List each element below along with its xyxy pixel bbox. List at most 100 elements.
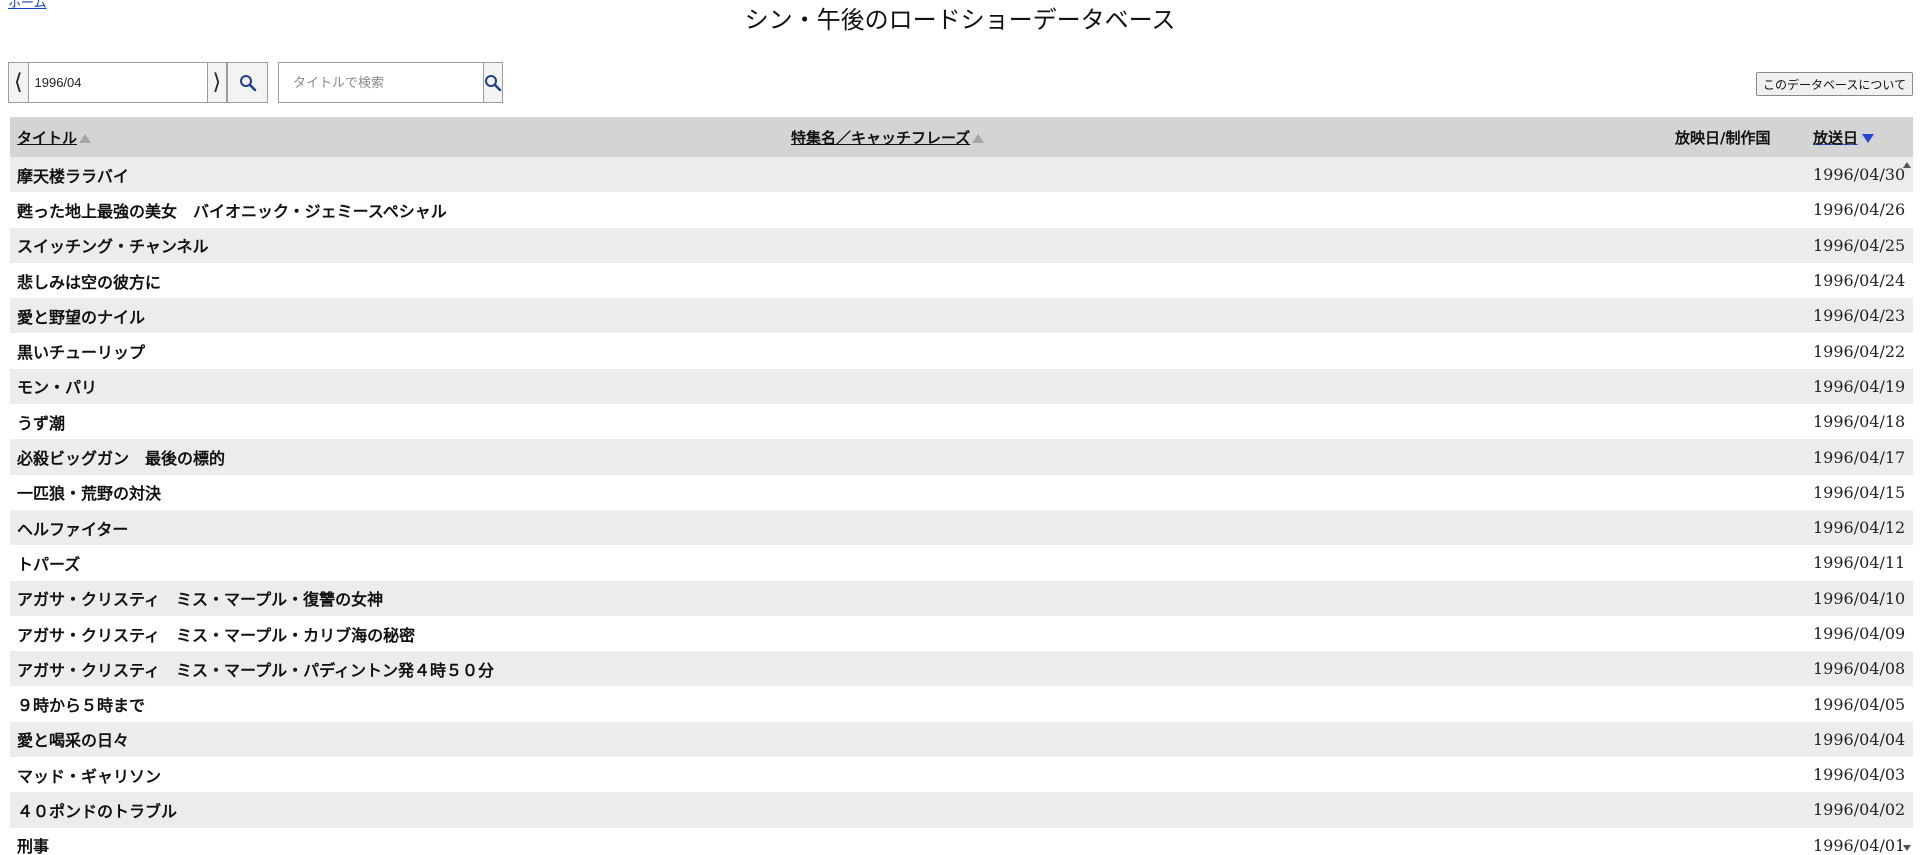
row-origin	[1668, 475, 1806, 510]
table-row: 愛と野望のナイル 1996/04/23	[10, 298, 1913, 334]
header-origin: 放映日/制作国	[1668, 117, 1806, 157]
search-icon	[239, 74, 256, 91]
table-header-row: タイトル 特集名／キャッチフレーズ 放映日/制作国 放送日	[10, 117, 1913, 157]
row-title[interactable]: ４０ポンドのトラブル	[10, 792, 784, 827]
row-title[interactable]: 一匹狼・荒野の対決	[10, 475, 784, 510]
sort-descending-icon	[1862, 133, 1875, 143]
row-feature	[784, 439, 1668, 474]
row-title[interactable]: マッド・ギャリソン	[10, 757, 784, 792]
row-origin	[1668, 686, 1806, 721]
row-date: 1996/04/18	[1813, 412, 1906, 432]
row-origin	[1668, 333, 1806, 368]
table-row: ４０ポンドのトラブル 1996/04/02	[10, 792, 1913, 828]
row-origin	[1668, 439, 1806, 474]
row-title[interactable]: トパーズ	[10, 545, 784, 580]
row-feature	[784, 581, 1668, 616]
sort-ascending-icon	[79, 133, 92, 143]
row-title[interactable]: 刑事	[10, 828, 784, 855]
title-search-input[interactable]	[279, 63, 483, 102]
month-input[interactable]	[28, 63, 207, 102]
row-title[interactable]: 愛と喝采の日々	[10, 722, 784, 757]
row-origin	[1668, 581, 1806, 616]
page-title: シン・午後のロードショーデータベース	[744, 6, 1176, 34]
table-row: 黒いチューリップ 1996/04/22	[10, 333, 1913, 369]
table-row: アガサ・クリスティ ミス・マープル・カリブ海の秘密 1996/04/09	[10, 615, 1913, 652]
scroll-up-arrow-icon[interactable]	[1903, 162, 1911, 168]
header-origin-label: 放映日/制作国	[1675, 128, 1771, 147]
table-row: うず潮 1996/04/18	[10, 404, 1913, 440]
row-origin	[1668, 192, 1806, 227]
table-row: 一匹狼・荒野の対決 1996/04/15	[10, 474, 1913, 510]
row-title[interactable]: アガサ・クリスティ ミス・マープル・パディントン発４時５０分	[10, 651, 784, 686]
row-title[interactable]: 甦った地上最強の美女 バイオニック・ジェミースペシャル	[10, 192, 784, 227]
row-title[interactable]: 摩天楼ララバイ	[10, 157, 784, 192]
row-origin	[1668, 757, 1806, 792]
row-date: 1996/04/04	[1813, 729, 1906, 749]
next-month-button[interactable]: ⟩	[206, 63, 228, 102]
row-date: 1996/04/09	[1813, 624, 1906, 643]
row-title[interactable]: うず潮	[10, 404, 784, 439]
row-origin	[1668, 828, 1806, 855]
sort-by-feature-link[interactable]: 特集名／キャッチフレーズ	[791, 129, 970, 147]
row-origin	[1668, 369, 1806, 404]
row-feature	[784, 828, 1668, 855]
row-date: 1996/04/02	[1813, 800, 1906, 820]
row-feature	[784, 369, 1668, 404]
table-row: アガサ・クリスティ ミス・マープル・パディントン発４時５０分 1996/04/08	[10, 651, 1913, 687]
row-title[interactable]: ９時から５時まで	[10, 686, 784, 721]
row-date: 1996/04/30	[1813, 165, 1906, 185]
table-row: 愛と喝采の日々 1996/04/04	[10, 721, 1913, 758]
scroll-down-arrow-icon[interactable]	[1903, 845, 1911, 851]
row-title[interactable]: アガサ・クリスティ ミス・マープル・カリブ海の秘密	[10, 616, 784, 651]
row-origin	[1668, 510, 1806, 545]
row-title[interactable]: ヘルファイター	[10, 510, 784, 545]
table-row: スイッチング・チャンネル 1996/04/25	[10, 227, 1913, 263]
row-origin	[1668, 545, 1806, 580]
row-date: 1996/04/15	[1813, 482, 1906, 502]
sort-by-title-link[interactable]: タイトル	[17, 129, 77, 147]
row-feature	[784, 757, 1668, 792]
prev-month-button[interactable]: ⟨	[9, 63, 29, 102]
table-row: ９時から５時まで 1996/04/05	[10, 686, 1913, 722]
row-feature	[784, 792, 1668, 827]
row-feature	[784, 510, 1668, 545]
table-row: ヘルファイター 1996/04/12	[10, 509, 1913, 546]
title-search-button[interactable]	[483, 63, 502, 102]
table-row: 刑事 1996/04/01	[10, 827, 1913, 855]
row-feature	[784, 192, 1668, 227]
row-origin	[1668, 404, 1806, 439]
row-date: 1996/04/24	[1813, 271, 1906, 291]
row-feature	[784, 333, 1668, 368]
table-row: マッド・ギャリソン 1996/04/03	[10, 757, 1913, 793]
row-origin	[1668, 616, 1806, 651]
row-feature	[784, 263, 1668, 298]
row-title[interactable]: アガサ・クリスティ ミス・マープル・復讐の女神	[10, 581, 784, 616]
row-date: 1996/04/05	[1813, 694, 1906, 714]
row-title[interactable]: 黒いチューリップ	[10, 333, 784, 368]
header-feature: 特集名／キャッチフレーズ	[784, 117, 1668, 157]
table-row: 摩天楼ララバイ 1996/04/30	[10, 157, 1913, 193]
row-origin	[1668, 722, 1806, 757]
table-body: 摩天楼ララバイ 1996/04/30 甦った地上最強の美女 バイオニック・ジェミース…	[10, 157, 1913, 855]
scrollbar[interactable]	[1900, 162, 1914, 855]
row-feature	[784, 722, 1668, 757]
table-row: 必殺ビッグガン 最後の標的 1996/04/17	[10, 439, 1913, 475]
row-date: 1996/04/08	[1813, 659, 1906, 679]
row-date: 1996/04/12	[1813, 518, 1906, 538]
about-database-button[interactable]: このデータベースについて	[1755, 72, 1913, 96]
row-title[interactable]: スイッチング・チャンネル	[10, 228, 784, 263]
row-origin	[1668, 651, 1806, 686]
header-date: 放送日	[1806, 117, 1913, 157]
broadcast-table: タイトル 特集名／キャッチフレーズ 放映日/制作国 放送日 摩天楼ララバイ 199…	[10, 117, 1913, 855]
row-title[interactable]: 愛と野望のナイル	[10, 298, 784, 333]
row-feature	[784, 298, 1668, 333]
month-navigator: ⟨ ⟩	[8, 62, 268, 103]
row-feature	[784, 545, 1668, 580]
sort-by-date-link[interactable]: 放送日	[1813, 129, 1858, 147]
row-title[interactable]: モン・パリ	[10, 369, 784, 404]
row-date: 1996/04/25	[1813, 235, 1906, 255]
month-search-button[interactable]	[227, 63, 267, 102]
row-feature	[784, 404, 1668, 439]
row-title[interactable]: 悲しみは空の彼方に	[10, 263, 784, 298]
row-title[interactable]: 必殺ビッグガン 最後の標的	[10, 439, 784, 474]
